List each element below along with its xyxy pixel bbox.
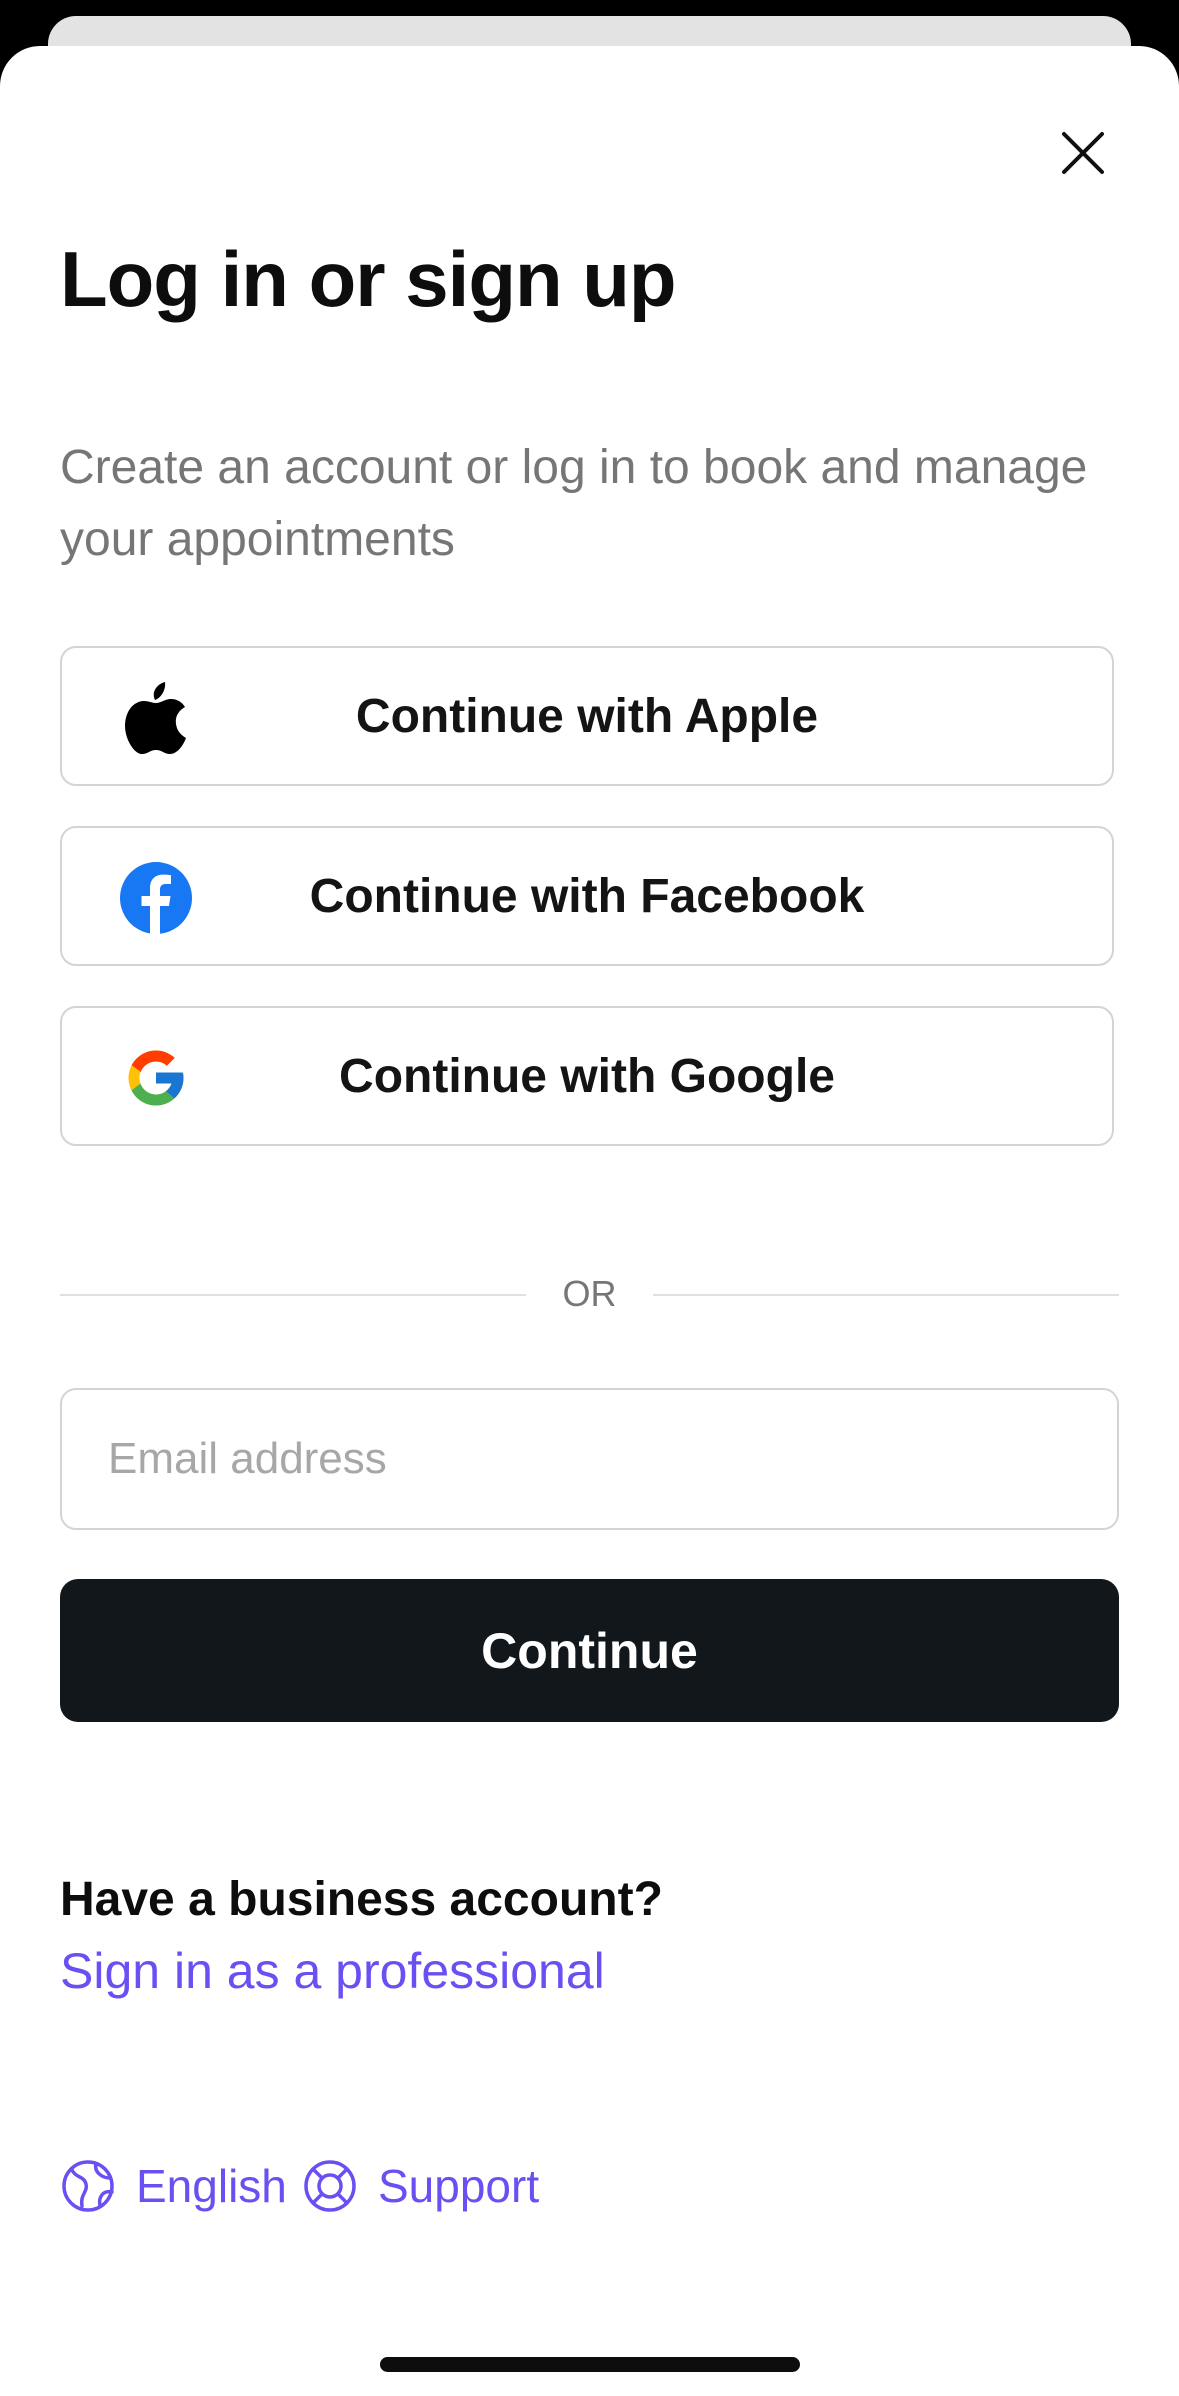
business-account-heading: Have a business account? — [60, 1873, 663, 1926]
apple-icon — [120, 682, 192, 754]
sign-in-professional-link[interactable]: Sign in as a professional — [60, 1942, 605, 2000]
globe-icon — [62, 2160, 114, 2212]
facebook-button-label: Continue with Facebook — [309, 869, 865, 923]
email-field[interactable] — [60, 1388, 1119, 1530]
home-indicator[interactable] — [380, 2357, 800, 2372]
page-title: Log in or sign up — [60, 235, 677, 323]
continue-button-label: Continue — [481, 1622, 698, 1679]
lifebuoy-icon — [304, 2160, 356, 2212]
continue-button[interactable]: Continue — [60, 1579, 1119, 1722]
close-button[interactable] — [1048, 118, 1118, 188]
language-label: English — [136, 2160, 287, 2212]
support-link[interactable]: Support — [302, 2154, 539, 2218]
language-link[interactable]: English — [60, 2154, 287, 2218]
facebook-icon — [120, 862, 192, 934]
continue-with-apple-button[interactable]: Continue with Apple — [60, 646, 1114, 786]
continue-with-google-button[interactable]: Continue with Google — [60, 1006, 1114, 1146]
apple-button-label: Continue with Apple — [355, 689, 819, 743]
divider-text: OR — [562, 1273, 617, 1314]
continue-with-facebook-button[interactable]: Continue with Facebook — [60, 826, 1114, 966]
page-subtitle: Create an account or log in to book and … — [60, 441, 1088, 566]
login-sheet: Log in or sign up Create an account or l… — [0, 46, 1179, 2396]
google-button-label: Continue with Google — [339, 1049, 835, 1103]
support-label: Support — [378, 2160, 540, 2212]
close-icon — [1062, 132, 1104, 174]
google-icon — [120, 1042, 192, 1114]
or-divider: OR — [60, 1272, 1119, 1316]
